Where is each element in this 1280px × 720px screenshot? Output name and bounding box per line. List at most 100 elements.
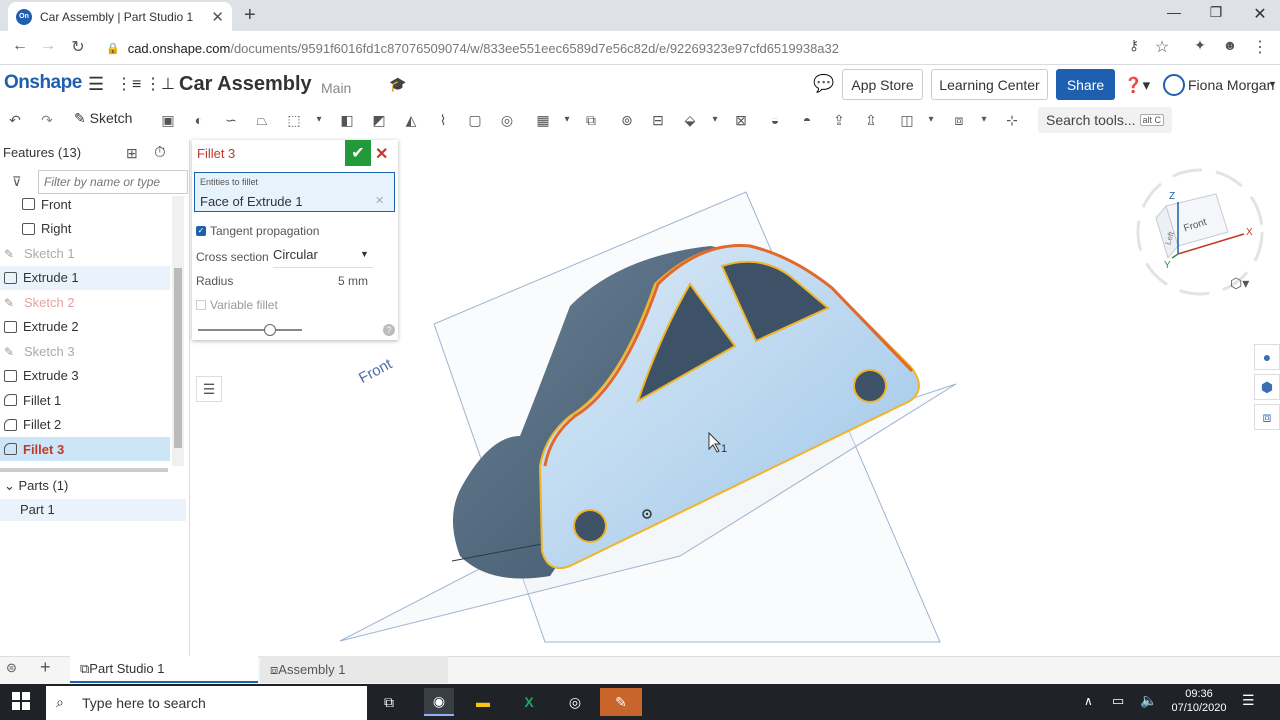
rib-icon[interactable]: ⌇ [432, 110, 454, 130]
pinned-app-icon[interactable]: ✎ [600, 688, 642, 716]
window-close-icon[interactable]: ✕ [1250, 4, 1270, 24]
plane-icon[interactable]: ◫ [896, 110, 918, 130]
add-folder-icon[interactable]: ⊞ [126, 145, 138, 162]
hole-icon[interactable]: ◎ [496, 110, 518, 130]
hamburger-menu-icon[interactable]: ☰ [88, 74, 104, 95]
bookmark-star-icon[interactable]: ☆ [1152, 37, 1172, 57]
tab-assembly[interactable]: ⧈ Assembly 1 [260, 656, 448, 683]
pattern-chevron-down-icon[interactable]: ▾ [556, 110, 578, 130]
delete-part-icon[interactable]: ⊠ [730, 110, 752, 130]
cancel-x-icon[interactable]: ✕ [375, 144, 388, 164]
extensions-icon[interactable]: ✦ [1190, 37, 1210, 54]
radius-slider-handle[interactable] [264, 324, 276, 336]
filter-features-input[interactable] [38, 170, 188, 194]
dialog-help-icon[interactable]: ? [383, 324, 395, 336]
redo-icon[interactable]: ↷ [36, 110, 58, 130]
delete-face-icon[interactable]: ◓ [796, 110, 818, 130]
radius-input[interactable]: 5 mm [338, 274, 368, 288]
new-tab-icon[interactable]: + [244, 4, 256, 27]
comments-icon[interactable]: 💬 [813, 74, 834, 94]
rear-wheel[interactable] [573, 509, 607, 543]
user-menu[interactable]: Fiona Morgan [1188, 77, 1274, 93]
feature-item-fillet-2[interactable]: Fillet 2 [0, 413, 170, 437]
split-icon[interactable]: ⊟ [647, 110, 669, 130]
learning-cap-icon[interactable]: 🎓 [389, 76, 406, 93]
modify-fillet-icon[interactable]: ◒ [764, 110, 786, 130]
move-face-icon[interactable]: ⇪ [828, 110, 850, 130]
feature-item-sketch-3[interactable]: ✎ Sketch 3 [0, 339, 170, 363]
share-button[interactable]: Share [1056, 69, 1115, 100]
app-store-button[interactable]: App Store [842, 69, 923, 100]
volume-icon[interactable]: 🔈 [1140, 692, 1157, 709]
fillet-icon[interactable]: ◧ [336, 110, 358, 130]
notifications-icon[interactable]: ☰ [1242, 692, 1255, 709]
view-options-cube-icon[interactable]: ⬡▾ [1230, 275, 1249, 292]
rollback-timer-icon[interactable]: ⏱ [154, 144, 166, 161]
file-explorer-icon[interactable]: ▬ [468, 688, 498, 716]
url-field[interactable]: 🔒 cad.onshape.com/documents/9591f6016fd1… [100, 35, 1180, 61]
reload-icon[interactable]: ↻ [68, 37, 88, 57]
back-icon[interactable]: ← [10, 37, 30, 55]
tab-part-studio[interactable]: ⧉ Part Studio 1 [70, 656, 258, 683]
key-icon[interactable]: ⚷ [1124, 37, 1144, 54]
document-title[interactable]: Car Assembly [179, 73, 312, 96]
replace-face-icon[interactable]: ⇫ [860, 110, 882, 130]
feature-item-fillet-3[interactable]: Fillet 3 [0, 437, 170, 461]
browser-tab[interactable]: On Car Assembly | Part Studio 1 ✕ [8, 2, 232, 31]
plane-chevron-down-icon[interactable]: ▾ [920, 110, 942, 130]
transform-icon[interactable]: ⬙ [679, 110, 701, 130]
cross-section-chevron-down-icon[interactable]: ▼ [360, 249, 369, 259]
versions-graph-icon[interactable]: ⋮⊥ [145, 74, 175, 94]
draft-icon[interactable]: ◭ [400, 110, 422, 130]
front-wheel[interactable] [853, 369, 887, 403]
extrude-icon[interactable]: ▣ [157, 110, 179, 130]
feature-item-right[interactable]: Right [0, 217, 170, 241]
tab-manager-icon[interactable]: ⊜ [6, 660, 17, 676]
tray-chevron-up-icon[interactable]: ∧ [1084, 694, 1093, 708]
windows-start-icon[interactable] [12, 692, 30, 710]
document-list-icon[interactable]: ⋮≡ [116, 74, 141, 94]
excel-icon[interactable]: X [514, 688, 544, 716]
sketch-button[interactable]: ✎ Sketch [74, 110, 132, 127]
user-avatar-icon[interactable] [1163, 74, 1185, 96]
checkbox-checked-icon[interactable]: ✓ [196, 226, 206, 236]
obs-icon[interactable]: ◎ [560, 688, 590, 716]
pattern-icon[interactable]: ▦ [532, 110, 554, 130]
feature-item-sketch-1[interactable]: ✎ Sketch 1 [0, 241, 170, 265]
add-custom-feature-icon[interactable]: ⊹ [1001, 110, 1023, 130]
parts-section-header[interactable]: ⌄ Parts (1) [4, 478, 68, 494]
accept-checkmark-icon[interactable]: ✔ [345, 140, 371, 166]
shell-icon[interactable]: ▢ [464, 110, 486, 130]
taskbar-search-box[interactable]: Type here to search [46, 686, 367, 720]
help-menu-icon[interactable]: ❓▾ [1124, 76, 1150, 94]
variable-fillet-checkbox[interactable]: Variable fillet [196, 298, 278, 312]
profile-extension-icon[interactable]: ☻ [1220, 37, 1240, 53]
transform-chevron-down-icon[interactable]: ▾ [704, 110, 726, 130]
cross-section-select[interactable]: Circular [273, 247, 373, 262]
insert-new-tab-icon[interactable]: + [40, 657, 51, 678]
feature-item-extrude-3[interactable]: Extrude 3 [0, 364, 170, 388]
feature-list-toggle-icon[interactable]: ☰ [196, 376, 222, 402]
feature-list-scroll-thumb[interactable] [174, 268, 182, 448]
close-tab-icon[interactable]: ✕ [211, 8, 224, 26]
learning-center-button[interactable]: Learning Center [931, 69, 1048, 100]
revolve-icon[interactable]: ◐ [188, 110, 210, 130]
feature-item-front[interactable]: Front [0, 192, 170, 216]
configuration-panel-icon[interactable]: ⧈ [1254, 404, 1280, 430]
toolbar-chevron-down-icon[interactable]: ▾ [308, 110, 330, 130]
part-list-item[interactable]: Part 1 [0, 499, 186, 521]
panel-divider[interactable] [0, 468, 168, 472]
sheet-metal-icon[interactable]: ⧈ [948, 110, 970, 130]
chamfer-icon[interactable]: ◩ [368, 110, 390, 130]
minimize-icon[interactable]: — [1164, 4, 1184, 20]
user-chevron-down-icon[interactable]: ▼ [1268, 79, 1277, 89]
branch-name[interactable]: Main [321, 80, 351, 96]
appearance-panel-icon[interactable]: ● [1254, 344, 1280, 370]
sweep-icon[interactable]: ∽ [220, 110, 242, 130]
loft-icon[interactable]: ⏢ [251, 110, 273, 130]
undo-icon[interactable]: ↶ [4, 110, 26, 130]
maximize-icon[interactable]: ❐ [1206, 4, 1226, 21]
network-icon[interactable]: ▭ [1112, 693, 1124, 709]
mass-properties-icon[interactable]: ⬢ [1254, 374, 1280, 400]
radius-slider-track[interactable] [198, 329, 302, 331]
